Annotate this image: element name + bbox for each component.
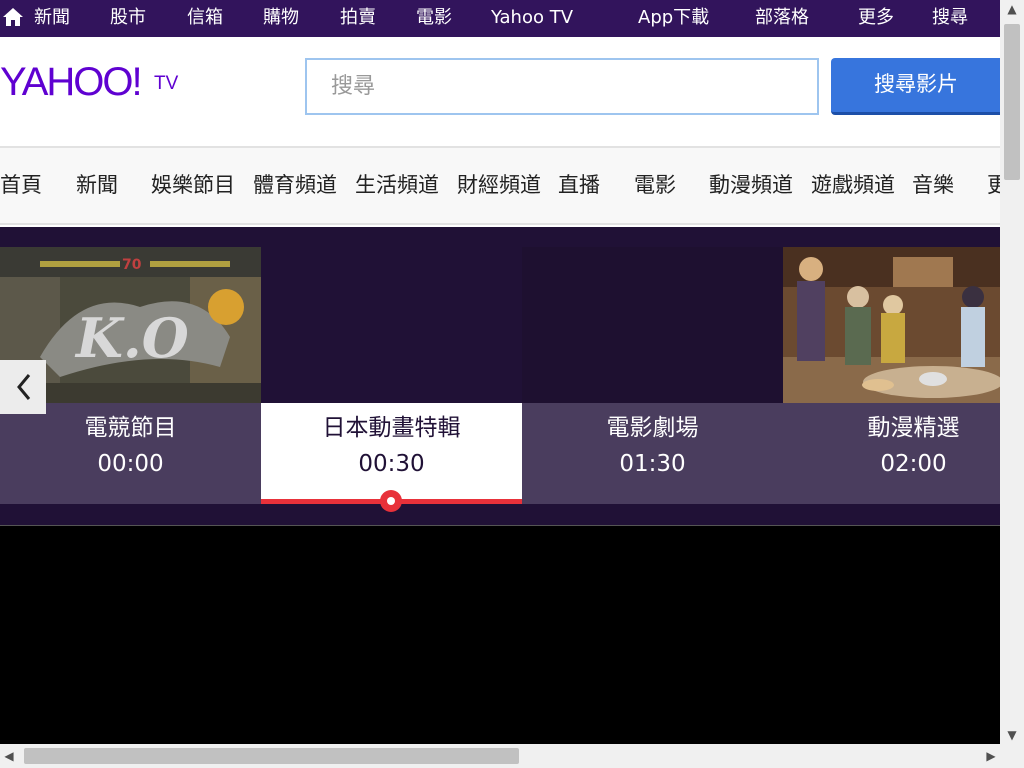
schedule-card[interactable]: 電影劇場 01:30 <box>522 247 783 504</box>
program-title: 動漫精選 <box>867 415 960 441</box>
category-item[interactable]: 電影 <box>634 172 676 198</box>
scroll-down-arrow-icon[interactable]: ▼ <box>1000 726 1024 744</box>
program-time: 00:00 <box>97 451 164 477</box>
category-item[interactable]: 首頁 <box>0 172 42 198</box>
playback-progress-bar[interactable] <box>261 490 522 512</box>
topnav-more[interactable]: 更多 <box>858 7 894 29</box>
schedule-card-info: 電競節目 00:00 <box>0 403 261 504</box>
video-player[interactable] <box>0 525 1000 744</box>
svg-text:70: 70 <box>122 257 142 273</box>
program-title: 電競節目 <box>84 415 177 441</box>
program-thumbnail <box>261 247 522 403</box>
header: YAHOO! TV 搜尋 搜尋影片 <box>0 37 1000 146</box>
search-input[interactable]: 搜尋 <box>305 58 819 115</box>
progress-marker[interactable] <box>380 490 402 512</box>
program-time: 02:00 <box>880 451 947 477</box>
program-time: 01:30 <box>619 451 686 477</box>
category-item[interactable]: 新聞 <box>76 172 118 198</box>
carousel-prev-button[interactable] <box>0 360 46 414</box>
program-title: 電影劇場 <box>606 415 699 441</box>
topnav-search[interactable]: 搜尋 <box>932 7 968 29</box>
category-item[interactable]: 體育頻道 <box>253 172 337 198</box>
page-viewport: 新聞 股市 信箱 購物 拍賣 電影 Yahoo TV App下載 部落格 更多 … <box>0 0 1000 744</box>
category-item[interactable]: 更 <box>987 172 1000 198</box>
scroll-left-arrow-icon[interactable]: ◀ <box>0 744 18 768</box>
program-title: 日本動畫特輯 <box>322 415 461 441</box>
scroll-up-arrow-icon[interactable]: ▲ <box>1000 0 1024 18</box>
topnav-news[interactable]: 新聞 <box>34 7 70 29</box>
logo-tv-text: TV <box>154 73 179 94</box>
topnav-shopping[interactable]: 購物 <box>263 7 299 29</box>
logo-yahoo-text: YAHOO! <box>0 60 143 104</box>
category-item[interactable]: 音樂 <box>912 172 954 198</box>
top-navigation: 新聞 股市 信箱 購物 拍賣 電影 Yahoo TV App下載 部落格 更多 … <box>0 0 1000 37</box>
horizontal-scrollbar[interactable]: ◀ ▶ <box>0 744 1000 768</box>
topnav-blog[interactable]: 部落格 <box>755 7 809 29</box>
topnav-app-download[interactable]: App下載 <box>638 7 709 29</box>
program-thumbnail <box>783 247 1000 403</box>
home-icon[interactable] <box>2 6 24 28</box>
topnav-stocks[interactable]: 股市 <box>110 7 146 29</box>
schedule-card-active[interactable]: 日本動畫特輯 00:30 <box>261 247 522 512</box>
vertical-scrollbar[interactable]: ▲ ▼ <box>1000 0 1024 744</box>
vertical-scroll-thumb[interactable] <box>1004 24 1020 180</box>
scrollbar-corner <box>1000 744 1024 768</box>
schedule-carousel: 70 K.O 電競節目 00:00 日本動畫特輯 00:30 電影劇場 01:3… <box>0 227 1000 525</box>
horizontal-scroll-thumb[interactable] <box>24 748 519 764</box>
category-bar: 首頁 新聞 娛樂節目 體育頻道 生活頻道 財經頻道 直播 電影 動漫頻道 遊戲頻… <box>0 146 1000 225</box>
topnav-yahoo-tv[interactable]: Yahoo TV <box>491 7 573 29</box>
schedule-card-info: 動漫精選 02:00 <box>783 403 1000 504</box>
schedule-card-info: 電影劇場 01:30 <box>522 403 783 504</box>
category-item[interactable]: 財經頻道 <box>457 172 541 198</box>
category-item[interactable]: 動漫頻道 <box>709 172 793 198</box>
category-item[interactable]: 遊戲頻道 <box>811 172 895 198</box>
topnav-mail[interactable]: 信箱 <box>187 7 223 29</box>
svg-text:K.O: K.O <box>74 306 189 370</box>
schedule-card[interactable]: 動漫精選 02:00 <box>783 247 1000 504</box>
chevron-left-icon <box>17 374 31 400</box>
program-time: 00:30 <box>358 451 425 477</box>
scroll-right-arrow-icon[interactable]: ▶ <box>982 744 1000 768</box>
topnav-auction[interactable]: 拍賣 <box>340 7 376 29</box>
schedule-card-info: 日本動畫特輯 00:30 <box>261 403 522 512</box>
category-item[interactable]: 直播 <box>558 172 600 198</box>
category-item[interactable]: 生活頻道 <box>355 172 439 198</box>
category-item[interactable]: 娛樂節目 <box>151 172 235 198</box>
topnav-movies[interactable]: 電影 <box>416 7 452 29</box>
program-thumbnail <box>522 247 783 403</box>
search-button[interactable]: 搜尋影片 <box>831 58 1000 115</box>
